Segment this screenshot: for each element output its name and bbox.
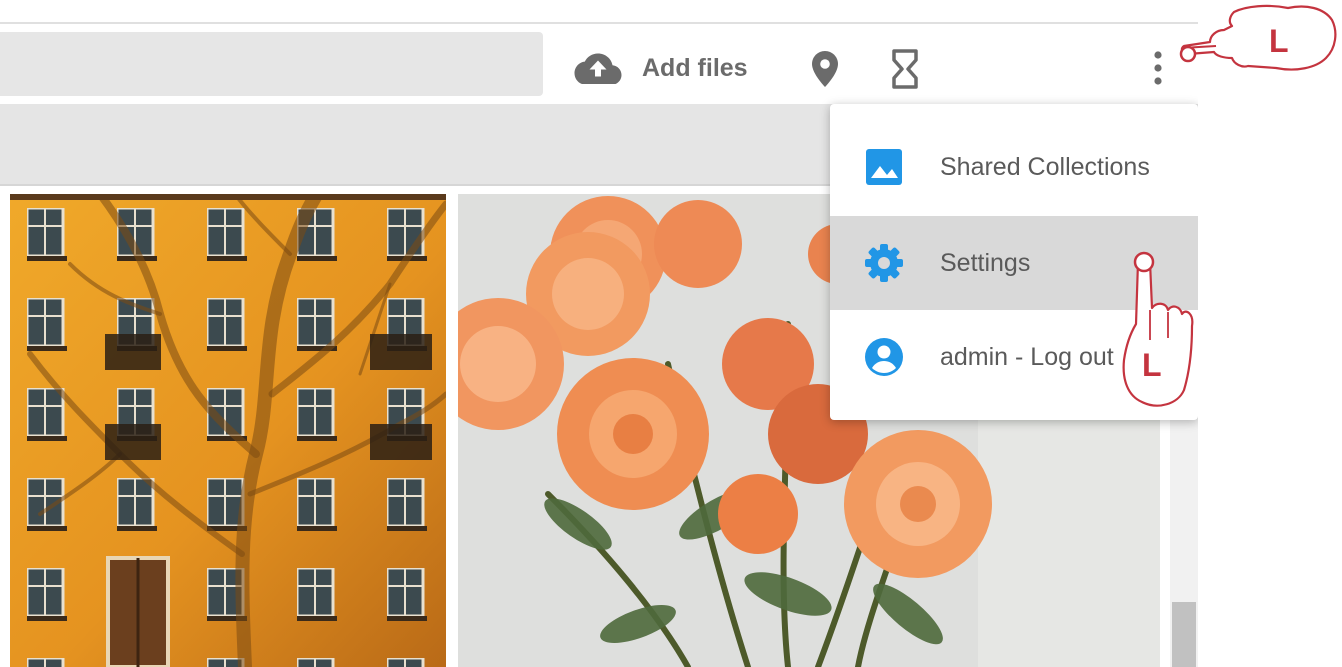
menu-item-label: Settings [940,249,1031,277]
more-vertical-icon[interactable] [1150,50,1166,86]
menu-item-label: admin - Log out [940,343,1114,371]
top-divider [0,22,1198,24]
click-label: L [1269,23,1289,59]
photo-app: Add files Shared Collections Settings ad… [0,0,1198,667]
menu-item-shared-collections[interactable]: Shared Collections [830,120,1198,214]
scrollbar-thumb[interactable] [1172,602,1196,667]
search-bar[interactable] [0,32,543,96]
account-circle-icon [865,338,903,376]
add-files-label: Add files [642,53,748,82]
gear-icon [865,244,903,282]
menu-item-logout[interactable]: admin - Log out [830,310,1198,404]
left-click-hand-icon: L [1179,4,1337,71]
cloud-upload-icon [574,53,622,84]
image-icon [866,149,902,185]
hourglass-icon[interactable] [890,49,920,89]
map-pin-icon[interactable] [810,50,840,88]
options-menu: Shared Collections Settings admin - Log … [830,104,1198,420]
photo-building[interactable] [10,194,446,667]
menu-item-settings[interactable]: Settings [830,216,1198,310]
add-files-button[interactable]: Add files [574,44,748,92]
menu-item-label: Shared Collections [940,153,1150,181]
